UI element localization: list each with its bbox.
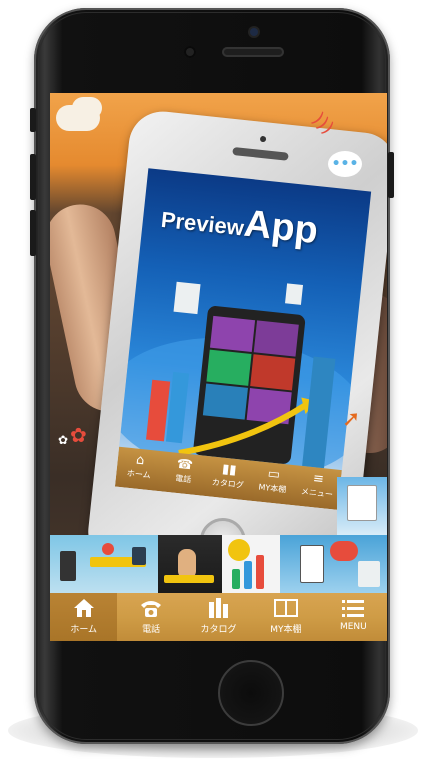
book-icon: [273, 597, 299, 619]
proximity-sensor: [184, 46, 196, 58]
nav-item-menu[interactable]: MENU: [320, 593, 387, 641]
thumbnail-tile[interactable]: [280, 535, 387, 593]
nav-item-home[interactable]: ホーム: [50, 593, 118, 641]
nav-label-book: MY本棚: [270, 625, 302, 635]
inner-speaker: [232, 146, 289, 161]
volume-down-button: [30, 210, 36, 256]
nav-item-catalog[interactable]: カタログ: [185, 593, 252, 641]
preview-nav-menu: ≡ メニュー: [300, 471, 334, 500]
nav-item-phone[interactable]: 電話: [117, 593, 184, 641]
nav-item-book[interactable]: MY本棚: [252, 593, 319, 641]
mute-switch: [30, 108, 36, 132]
chat-bubble-icon[interactable]: •••: [328, 151, 362, 177]
phone-icon: [139, 597, 163, 619]
gear-icon-small: ✿: [58, 433, 69, 447]
volume-up-button: [30, 154, 36, 200]
nav-label-catalog: カタログ: [200, 625, 237, 635]
nav-label-menu: MENU: [339, 622, 367, 632]
home-button[interactable]: [218, 660, 284, 726]
gear-icon: ✿: [70, 423, 87, 447]
preview-app-screen: PreviewApp ⌂ ホーム ☎ 電話 ▮▮ カタログ ▭ MY本棚 ≡ メ…: [114, 168, 372, 510]
bottom-nav-bar: ホーム 電話 カタログ MY本棚 MENU: [50, 593, 387, 641]
front-camera: [250, 28, 258, 36]
thumbnail-strip: [50, 535, 387, 593]
thumbnail-tile[interactable]: [50, 535, 158, 593]
preview-nav-phone: ☎ 電話: [174, 456, 194, 485]
cursor-arrow-icon: ➚: [342, 407, 361, 432]
preview-nav-home: ⌂ ホーム: [126, 452, 152, 481]
preview-nav-book: ▭ MY本棚: [258, 466, 287, 495]
menu-icon: [341, 597, 365, 619]
cloud-decoration: [72, 97, 102, 119]
nav-label-phone: 電話: [142, 625, 161, 635]
chat-bubble-dots: •••: [331, 156, 359, 172]
thumbnail-tile[interactable]: [222, 535, 280, 593]
app-screen: PreviewApp ⌂ ホーム ☎ 電話 ▮▮ カタログ ▭ MY本棚 ≡ メ…: [50, 93, 387, 641]
earpiece-speaker: [222, 47, 284, 57]
thumbnail-tile[interactable]: [158, 535, 222, 593]
preview-nav-catalog: ▮▮ カタログ: [211, 461, 245, 490]
power-button: [388, 152, 394, 198]
inner-camera: [259, 135, 267, 143]
thumbnail-tile[interactable]: [337, 477, 387, 535]
nav-label-home: ホーム: [70, 625, 98, 635]
home-icon: [73, 597, 95, 619]
catalog-icon: [207, 597, 231, 619]
